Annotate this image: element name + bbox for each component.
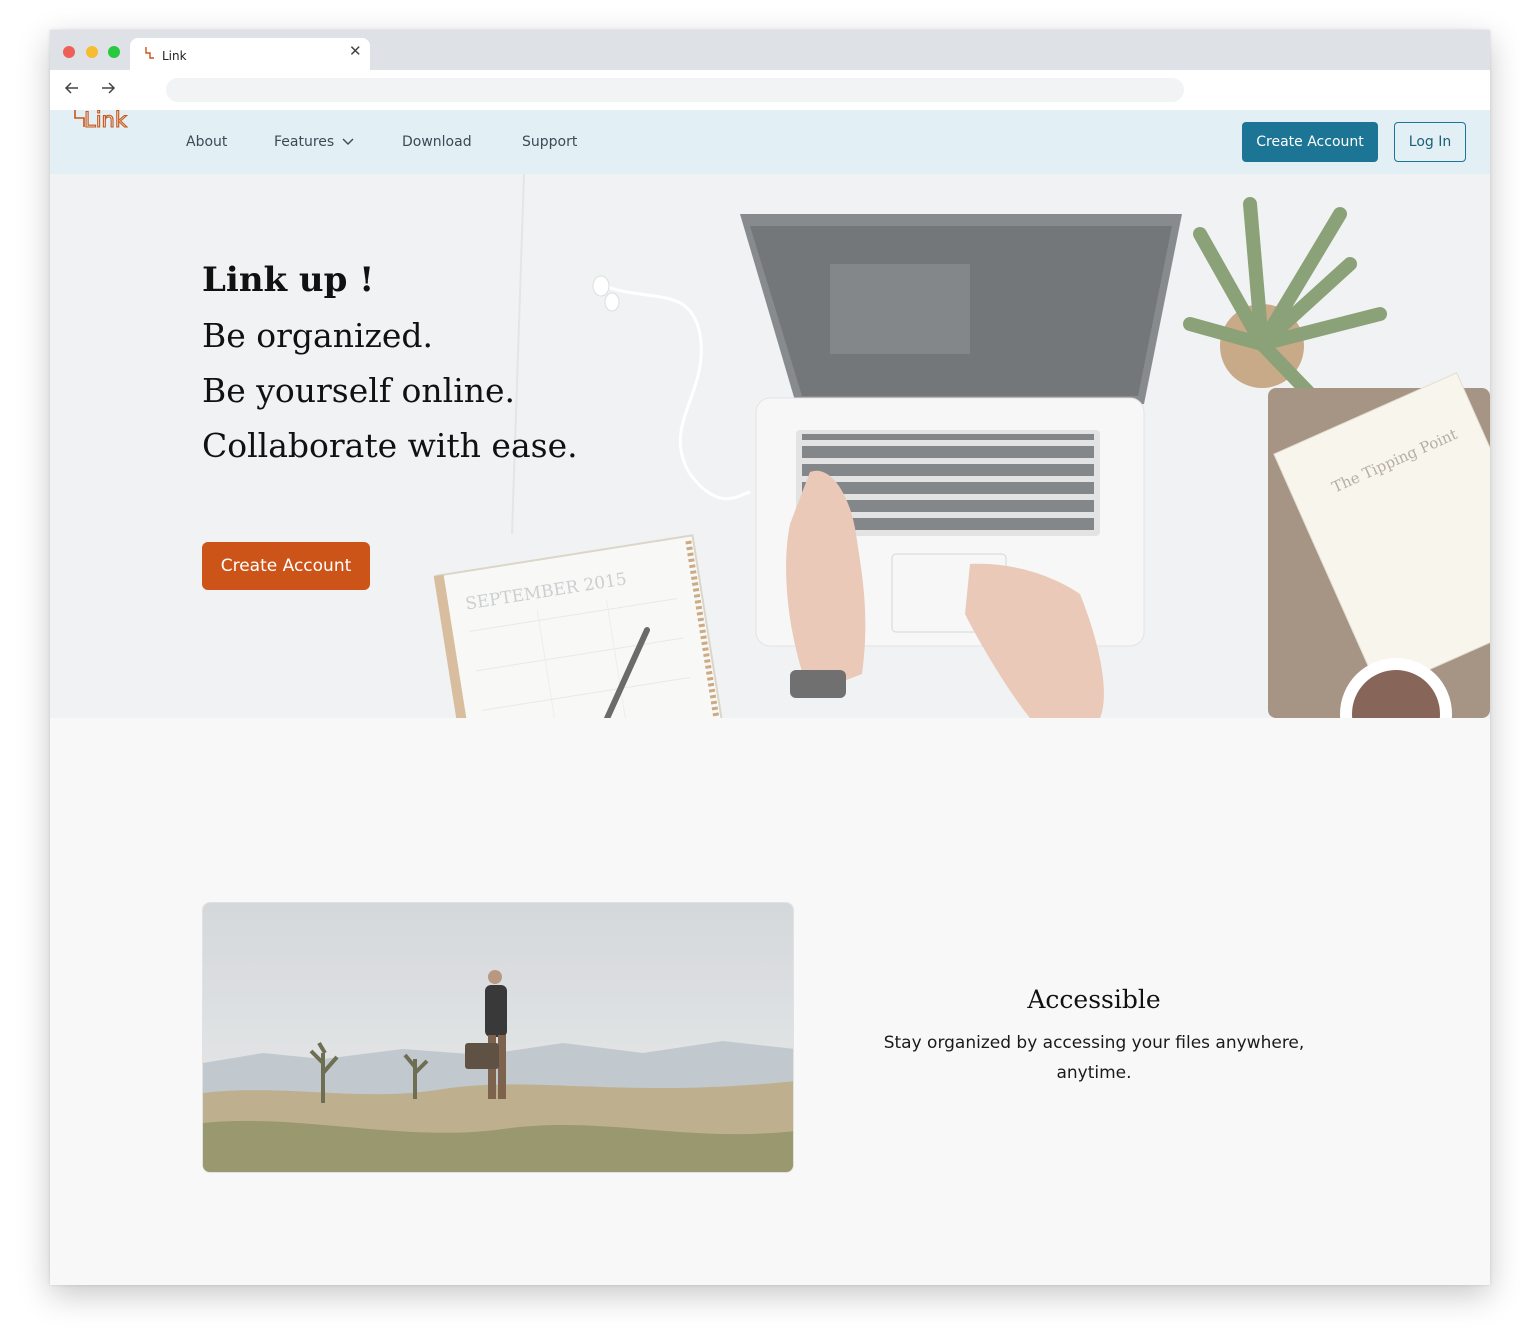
chevron-down-icon (342, 138, 354, 145)
site-header: Link About Features Download Support Cre… (50, 108, 1490, 174)
forward-arrow-icon[interactable] (99, 79, 117, 97)
nav-support[interactable]: Support (522, 134, 577, 150)
nav-download[interactable]: Download (402, 134, 472, 150)
nav-features[interactable]: Features (274, 134, 354, 150)
feature-title: Accessible (1027, 985, 1161, 1014)
hero-tagline: Collaborate with ease. (202, 426, 578, 465)
feature-image (202, 902, 794, 1173)
close-icon[interactable]: ✕ (349, 42, 362, 60)
feature-text: Accessible Stay organized by accessing y… (850, 982, 1338, 1088)
link-logo[interactable]: Link (72, 108, 146, 130)
tab-bar: Link ✕ (50, 30, 1490, 70)
maximize-window-button[interactable] (108, 46, 120, 58)
link-favicon-icon (145, 47, 154, 59)
back-arrow-icon[interactable] (63, 79, 81, 97)
create-account-button[interactable]: Create Account (1242, 122, 1378, 162)
hero-tagline: Be organized. (202, 316, 434, 355)
hero-tagline: Be yourself online. (202, 371, 516, 410)
nav-features-label: Features (274, 134, 335, 150)
browser-window: Link ✕ Link About Features Download Supp… (50, 30, 1490, 1285)
address-bar (50, 70, 1490, 110)
tab-title: Link (162, 49, 187, 63)
login-button[interactable]: Log In (1394, 122, 1466, 162)
hero-text: Link up ! Be organized. Be yourself onli… (202, 260, 578, 473)
desert-man-photo (203, 903, 793, 1172)
minimize-window-button[interactable] (86, 46, 98, 58)
hero-title: Link up ! (202, 260, 375, 300)
hero-create-account-button[interactable]: Create Account (202, 542, 370, 590)
hero-section: SEPTEMBER 2015 The Tipping Point Link up… (50, 174, 1490, 718)
nav-about[interactable]: About (186, 134, 227, 150)
close-window-button[interactable] (63, 46, 75, 58)
url-input[interactable] (166, 78, 1184, 102)
feature-description: Stay organized by accessing your files a… (883, 1033, 1305, 1083)
browser-tab[interactable]: Link ✕ (130, 38, 370, 70)
logo-text: Link (84, 108, 128, 130)
